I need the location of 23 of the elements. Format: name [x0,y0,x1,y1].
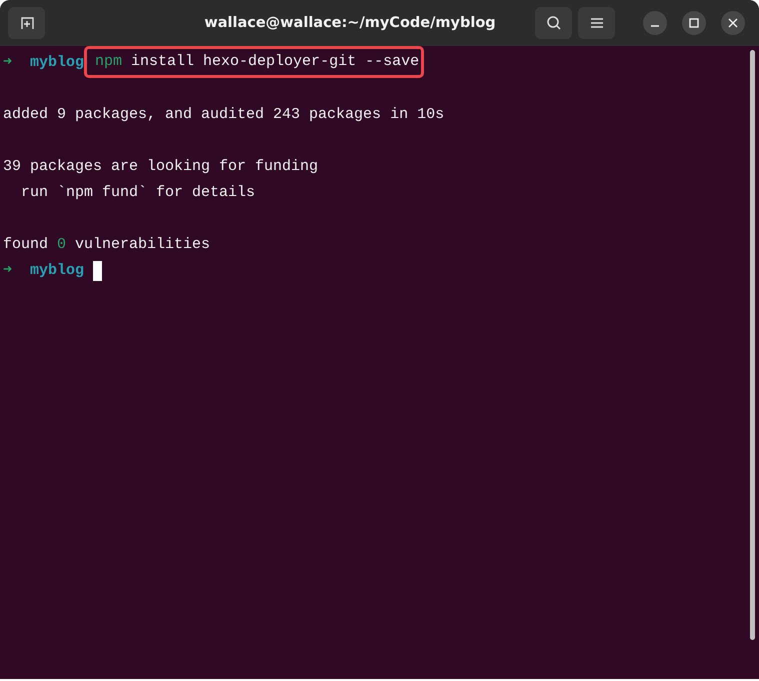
minimize-icon [650,25,660,27]
search-button[interactable] [535,7,572,39]
close-icon [728,18,738,28]
scrollbar-thumb[interactable] [750,50,754,640]
maximize-button[interactable] [682,11,706,35]
output-line: 39 packages are looking for funding [3,157,318,177]
prompt-arrow: ➜ [3,53,14,73]
menu-icon [590,17,604,29]
output-line: found 0 vulnerabilities [3,235,210,255]
maximize-icon [689,18,699,28]
window-title: wallace@wallace:~/myCode/myblog [203,15,497,31]
output-line: added 9 packages, and audited 243 packages in 10s [3,105,444,125]
new-tab-button[interactable] [8,7,45,39]
output-line: run `npm fund` for details [20,183,256,203]
close-button[interactable] [721,11,745,35]
new-tab-icon [18,15,34,31]
minimize-button[interactable] [643,11,667,35]
search-icon [546,15,562,31]
command-text: npm install hexo-deployer-git --save [84,46,424,78]
prompt-directory: myblog [30,261,84,281]
prompt-directory: myblog [30,53,84,73]
menu-button[interactable] [578,7,615,39]
prompt-arrow: ➜ [3,261,14,281]
